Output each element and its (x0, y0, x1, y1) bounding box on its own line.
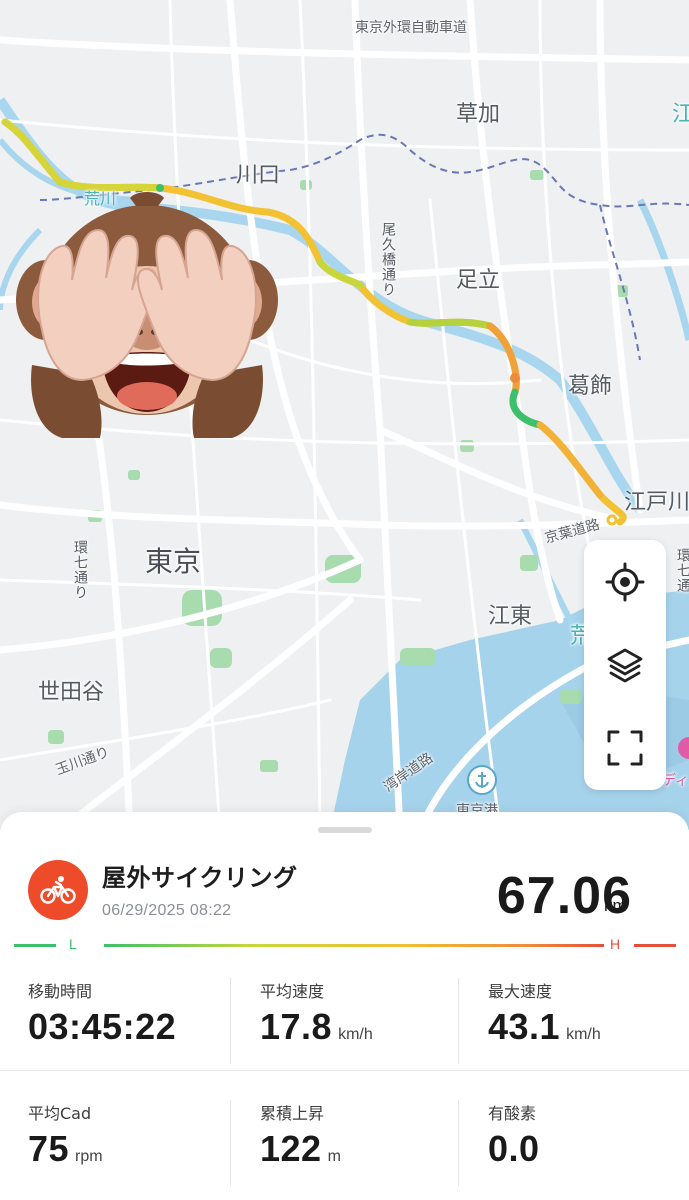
stat-avg-speed: 平均速度 17.8 km/h (260, 978, 460, 1088)
stats-row-1: 移動時間 03:45:22 平均速度 17.8 km/h 最大速度 43.1 km/… (0, 978, 689, 1088)
legend-high-label: H (610, 936, 621, 952)
fullscreen-button[interactable] (584, 708, 666, 788)
distance-unit: km (604, 896, 627, 915)
stat-label: 平均Cad (28, 1104, 92, 1123)
katsushika-label: 葛飾 (568, 374, 613, 399)
stat-unit: km/h (338, 1026, 373, 1043)
stat-avg-cadence: 平均Cad 75 rpm (28, 1100, 228, 1200)
stat-value: 122 m (260, 1128, 341, 1169)
stat-value: 0.0 (488, 1128, 540, 1169)
setagaya-label: 世田谷 (38, 680, 105, 705)
stat-label: 有酸素 (488, 1104, 537, 1123)
kawaguchi-label: 川口 (236, 163, 281, 188)
legend-low-bar (14, 944, 56, 947)
locate-button[interactable] (584, 542, 666, 622)
stat-label: 最大速度 (488, 982, 553, 1001)
stat-elevation-gain: 累積上昇 122 m (260, 1100, 460, 1200)
speed-color-legend: L H (14, 934, 676, 958)
stat-value: 17.8 km/h (260, 1006, 373, 1047)
stat-label: 平均速度 (260, 982, 325, 1001)
see-no-evil-monkey-sticker (16, 192, 278, 438)
sheet-drag-handle[interactable] (318, 827, 372, 833)
stat-unit: m (327, 1148, 341, 1165)
activity-type-badge (28, 860, 88, 920)
soka-label: 草加 (456, 102, 501, 127)
activity-title: 屋外サイクリング (102, 864, 298, 892)
row-divider (0, 1070, 689, 1071)
legend-gradient-bar (104, 944, 604, 947)
map-controls (584, 540, 666, 790)
edge-label-dis: ディス (662, 773, 689, 789)
stat-value: 75 rpm (28, 1128, 103, 1169)
activity-summary-sheet: 屋外サイクリング 06/29/2025 08:22 67.06 km L H 移… (0, 812, 689, 1200)
stat-label: 移動時間 (28, 982, 93, 1001)
stat-max-speed: 最大速度 43.1 km/h (488, 978, 688, 1088)
legend-high-bar (634, 944, 676, 947)
kan7-label: 環七通り (72, 540, 88, 600)
kan7-right-label: 環七通 (675, 548, 689, 593)
layers-button[interactable] (584, 625, 666, 705)
stat-unit: rpm (75, 1148, 103, 1165)
stat-value: 03:45:22 (28, 1006, 177, 1047)
tokyo-label: 東京 (145, 545, 202, 578)
koto-label: 江東 (488, 604, 533, 629)
edogawa-label: 江戸川 (624, 490, 689, 515)
stat-divider (458, 1100, 459, 1186)
stat-divider (230, 1100, 231, 1186)
stats-row-2: 平均Cad 75 rpm 累積上昇 122 m 有酸素 0.0 (0, 1100, 689, 1200)
fullscreen-icon (607, 730, 643, 766)
legend-low-label: L (69, 936, 77, 952)
stat-value: 43.1 km/h (488, 1006, 601, 1047)
stat-aerobic: 有酸素 0.0 (488, 1100, 688, 1200)
stat-moving-time: 移動時間 03:45:22 (28, 978, 228, 1088)
stat-unit: km/h (566, 1026, 601, 1043)
layers-icon (607, 648, 643, 683)
crosshair-icon (605, 562, 645, 602)
adachi-label: 足立 (456, 268, 501, 293)
expressway-label: 東京外環自動車道 (355, 20, 467, 36)
route-map[interactable]: 東京外環自動車道 草加 川口 足立 葛飾 東京 江東 世田谷 江戸川 京葉道路 … (0, 0, 689, 830)
activity-datetime: 06/29/2025 08:22 (102, 902, 232, 919)
oku-bashi-label: 尾久橋通り (380, 222, 396, 297)
stat-divider (458, 978, 459, 1064)
stat-label: 累積上昇 (260, 1104, 325, 1123)
edge-label-e: 江 (672, 102, 689, 127)
stat-divider (230, 978, 231, 1064)
bicycle-icon (40, 876, 76, 904)
